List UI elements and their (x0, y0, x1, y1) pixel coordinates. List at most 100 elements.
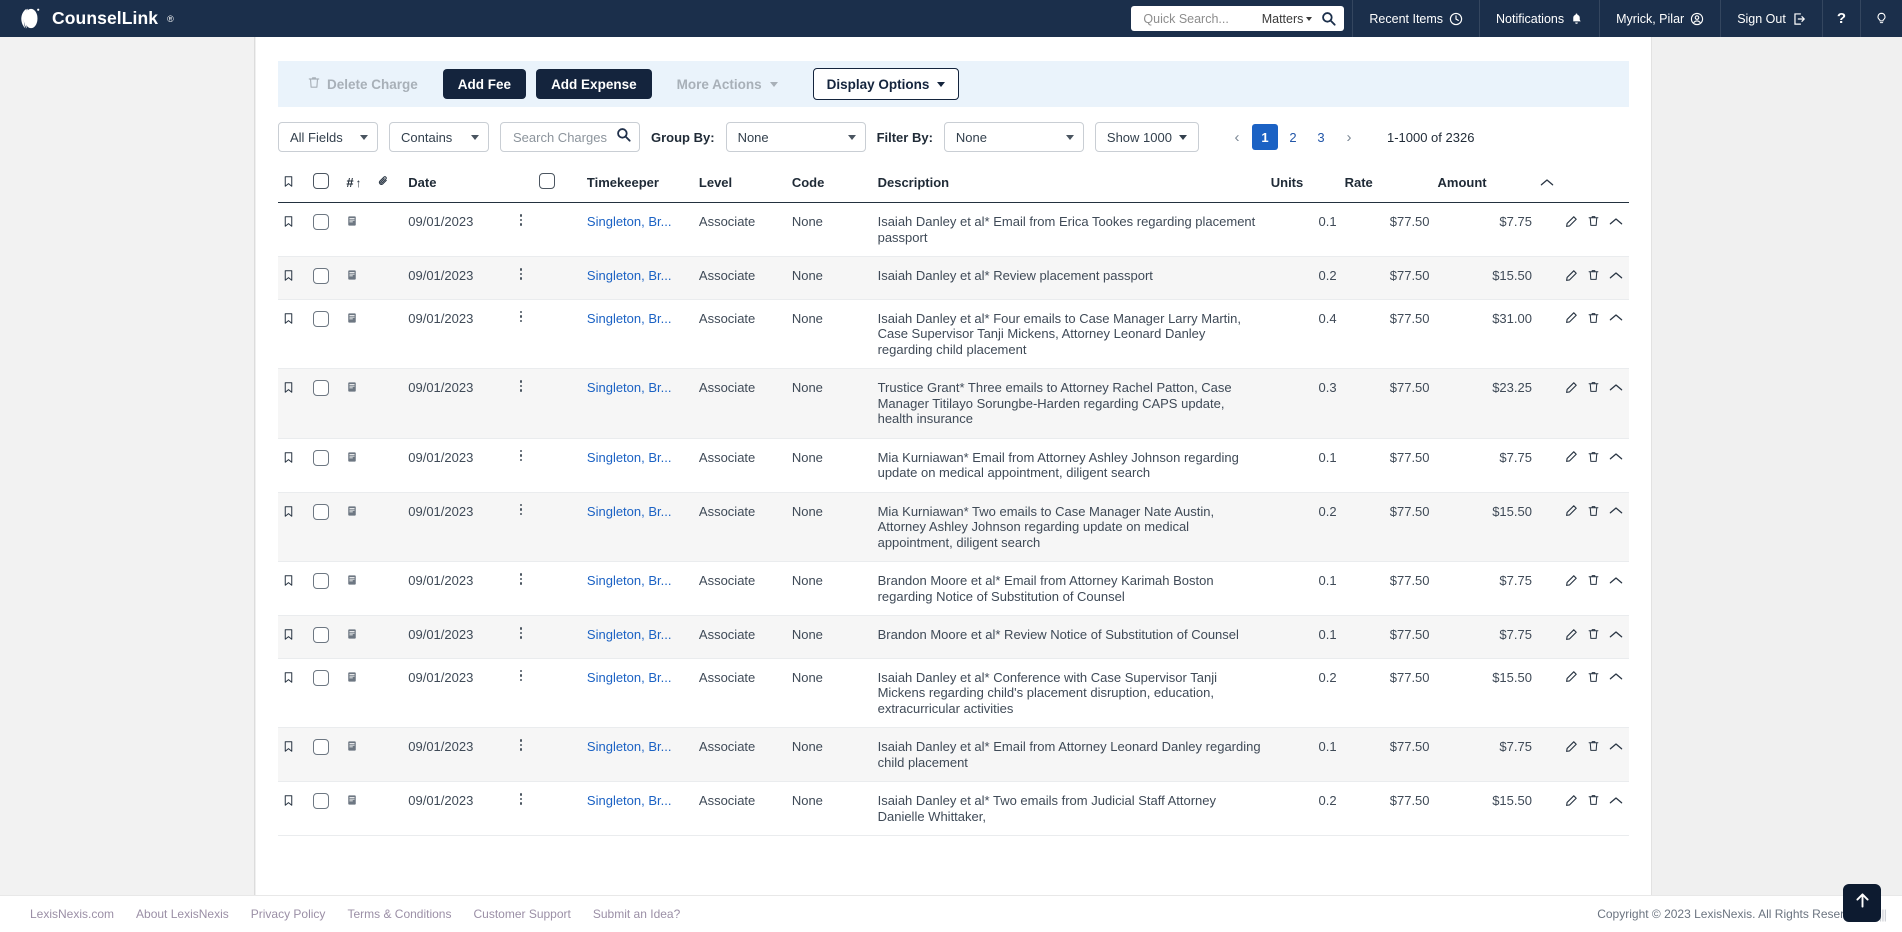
header-description[interactable]: Description (873, 167, 1267, 203)
show-count-button[interactable]: Show 1000 (1094, 122, 1199, 152)
footer-link-4[interactable]: Customer Support (473, 907, 570, 921)
row-bookmark-cell[interactable] (278, 368, 309, 439)
edit-icon[interactable] (1565, 794, 1578, 807)
note-icon[interactable] (346, 382, 358, 397)
note-icon[interactable] (346, 505, 358, 521)
row-more-menu[interactable] (506, 615, 536, 659)
bookmark-icon[interactable] (282, 216, 295, 232)
row-more-menu[interactable] (506, 438, 536, 493)
quick-search-input[interactable] (1141, 10, 1262, 27)
row-note-cell[interactable] (342, 615, 405, 659)
kebab-menu-icon[interactable] (511, 214, 532, 226)
edit-icon[interactable] (1565, 504, 1578, 517)
row-bookmark-cell[interactable] (278, 615, 309, 659)
edit-icon[interactable] (1565, 311, 1578, 324)
header-select-all-2[interactable] (535, 167, 583, 203)
timekeeper-link[interactable]: Singleton, Br... (587, 739, 672, 754)
bookmark-icon[interactable] (282, 382, 295, 398)
row-select-cell[interactable] (308, 492, 343, 562)
row-checkbox[interactable] (312, 573, 329, 589)
row-bookmark-cell[interactable] (278, 658, 309, 728)
bookmark-icon[interactable] (282, 629, 295, 645)
kebab-menu-icon[interactable] (511, 573, 532, 585)
kebab-menu-icon[interactable] (511, 793, 532, 805)
row-checkbox[interactable] (312, 669, 329, 686)
table-row[interactable]: 09/01/2023 Singleton, Br... Associate None M… (278, 438, 1629, 493)
row-timekeeper[interactable]: Singleton, Br... (582, 727, 695, 782)
operator-select[interactable]: Contains (389, 122, 489, 152)
row-more-menu[interactable] (506, 658, 536, 728)
row-more-menu[interactable] (506, 492, 536, 562)
nav-ideas[interactable] (1860, 0, 1902, 37)
table-row[interactable]: 09/01/2023 Singleton, Br... Associate None I… (278, 299, 1629, 369)
row-timekeeper[interactable]: Singleton, Br... (582, 368, 695, 439)
row-timekeeper[interactable]: Singleton, Br... (582, 256, 695, 300)
scroll-to-top-button[interactable] (1843, 884, 1881, 922)
row-select-cell[interactable] (308, 256, 343, 300)
footer-link-2[interactable]: Privacy Policy (251, 907, 326, 921)
nav-sign-out[interactable]: Sign Out (1720, 0, 1822, 37)
add-fee-button[interactable]: Add Fee (442, 69, 527, 99)
bookmark-icon[interactable] (282, 312, 295, 329)
bookmark-icon[interactable] (282, 505, 295, 522)
filter-by-select[interactable]: None (943, 122, 1084, 152)
row-select-cell[interactable] (308, 202, 343, 257)
row-bookmark-cell[interactable] (278, 492, 309, 562)
row-more-menu[interactable] (506, 256, 536, 300)
header-number[interactable]: # ↑ (342, 167, 374, 203)
pagination-prev[interactable]: ‹ (1224, 124, 1250, 150)
chevron-up-icon[interactable] (1609, 796, 1623, 805)
row-checkbox[interactable] (312, 268, 329, 284)
bookmark-icon[interactable] (282, 741, 295, 757)
row-more-menu[interactable] (506, 561, 536, 616)
note-icon[interactable] (346, 312, 358, 328)
pagination-page-2[interactable]: 2 (1280, 124, 1306, 150)
row-note-cell[interactable] (342, 368, 405, 439)
chevron-up-icon[interactable] (1609, 672, 1623, 681)
row-timekeeper[interactable]: Singleton, Br... (582, 299, 695, 369)
row-select-cell[interactable] (308, 561, 343, 616)
nav-notifications[interactable]: Notifications (1479, 0, 1599, 37)
delete-icon[interactable] (1587, 504, 1600, 518)
row-checkbox[interactable] (312, 503, 329, 520)
kebab-menu-icon[interactable] (511, 739, 532, 751)
timekeeper-link[interactable]: Singleton, Br... (587, 627, 672, 642)
row-note-cell[interactable] (342, 658, 405, 728)
delete-icon[interactable] (1587, 670, 1600, 684)
header-amount[interactable]: Amount (1433, 167, 1536, 203)
row-more-menu[interactable] (506, 299, 536, 369)
delete-icon[interactable] (1587, 739, 1600, 753)
timekeeper-link[interactable]: Singleton, Br... (587, 311, 672, 326)
edit-icon[interactable] (1565, 269, 1578, 282)
row-bookmark-cell[interactable] (278, 781, 309, 836)
chevron-up-icon[interactable] (1609, 576, 1623, 585)
row-timekeeper[interactable]: Singleton, Br... (582, 492, 695, 562)
kebab-menu-icon[interactable] (511, 449, 532, 462)
chevron-up-icon[interactable] (1609, 271, 1623, 280)
field-select[interactable]: All Fields (278, 122, 378, 152)
row-bookmark-cell[interactable] (278, 727, 309, 782)
kebab-menu-icon[interactable] (511, 627, 532, 639)
row-more-menu[interactable] (506, 781, 536, 836)
row-checkbox[interactable] (312, 793, 329, 809)
bookmark-icon[interactable] (282, 451, 295, 468)
row-more-menu[interactable] (506, 727, 536, 782)
row-select-cell[interactable] (308, 781, 343, 836)
select-all-checkbox[interactable] (312, 173, 329, 189)
search-charges-box[interactable] (500, 122, 640, 152)
add-expense-button[interactable]: Add Expense (536, 69, 652, 99)
delete-icon[interactable] (1587, 380, 1600, 394)
row-note-cell[interactable] (342, 256, 405, 300)
chevron-up-icon[interactable] (1609, 452, 1623, 461)
row-timekeeper[interactable]: Singleton, Br... (582, 438, 695, 493)
header-rate[interactable]: Rate (1340, 167, 1434, 203)
delete-icon[interactable] (1587, 311, 1600, 325)
bookmark-icon[interactable] (282, 270, 295, 286)
quick-search-scope-dropdown[interactable]: Matters (1262, 12, 1313, 26)
row-more-menu[interactable] (506, 368, 536, 439)
timekeeper-link[interactable]: Singleton, Br... (587, 793, 672, 808)
chevron-up-icon[interactable] (1609, 217, 1623, 226)
table-row[interactable]: 09/01/2023 Singleton, Br... Associate None I… (278, 658, 1629, 728)
edit-icon[interactable] (1565, 628, 1578, 641)
timekeeper-link[interactable]: Singleton, Br... (587, 504, 672, 519)
